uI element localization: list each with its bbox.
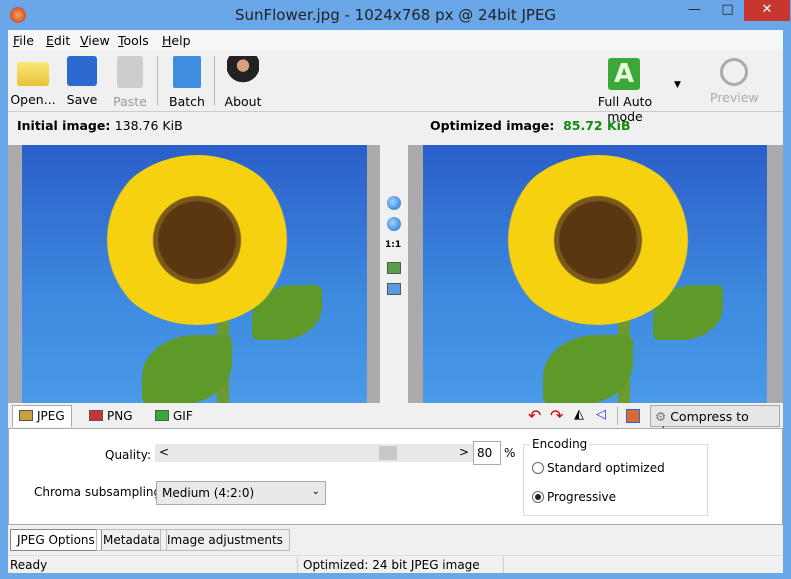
radio-standard-optimized[interactable]: Standard optimized xyxy=(532,461,665,475)
zoom-in-icon[interactable] xyxy=(387,196,401,210)
initial-image xyxy=(22,145,367,403)
open-button[interactable]: Open... xyxy=(10,54,56,107)
separator xyxy=(617,407,618,425)
optimized-size: 85.72 KiB xyxy=(563,118,631,133)
status-optimized: Optimized: 24 bit JPEG image xyxy=(303,558,480,572)
optimized-image xyxy=(423,145,767,403)
encoding-group: Encoding Standard optimized Progressive xyxy=(523,437,708,516)
menu-tools[interactable]: Tools xyxy=(118,33,149,48)
full-auto-mode-button[interactable]: A Full Auto mode xyxy=(580,54,670,124)
options-tabs: JPEG Options Metadata Image adjustments xyxy=(8,527,783,551)
tab-jpeg[interactable]: JPEG xyxy=(12,405,72,427)
rotate-left-icon[interactable]: ↶ xyxy=(528,406,541,425)
close-button[interactable]: ✕ xyxy=(744,0,790,21)
tab-gif[interactable]: GIF xyxy=(148,405,200,427)
toolbar-separator xyxy=(214,56,215,106)
menu-view[interactable]: View xyxy=(80,33,110,48)
menu-help[interactable]: Help xyxy=(162,33,191,48)
optimized-image-panel[interactable] xyxy=(408,145,783,403)
toolbar-separator xyxy=(157,56,158,106)
paste-button[interactable]: Paste xyxy=(112,54,148,109)
auto-mode-icon: A xyxy=(608,58,640,90)
menu-file[interactable]: File xyxy=(13,33,34,48)
folder-open-icon xyxy=(17,62,49,86)
about-button[interactable]: About xyxy=(222,54,264,109)
batch-disks-icon xyxy=(173,56,201,88)
initial-image-label: Initial image: 138.76 KiB xyxy=(17,118,183,133)
resize-icon[interactable] xyxy=(626,409,640,423)
chroma-subsampling-select[interactable]: Medium (4:2:0) ⌄ xyxy=(156,481,326,505)
save-label: Save xyxy=(66,92,98,107)
tab-png[interactable]: PNG xyxy=(82,405,140,427)
compress-to-size-button[interactable]: ⚙ Compress to size xyxy=(650,405,780,439)
zoom-1to1-button[interactable]: 1:1 xyxy=(385,240,401,250)
quality-input[interactable]: 80 xyxy=(473,441,501,465)
maximize-button[interactable]: □ xyxy=(711,0,744,21)
gear-icon: ⚙ xyxy=(655,409,667,424)
window-title: SunFlower.jpg - 1024x768 px @ 24bit JPEG xyxy=(234,6,557,24)
chevron-down-icon: ⌄ xyxy=(311,486,320,497)
chroma-label: Chroma subsampling: xyxy=(34,485,166,499)
batch-button[interactable]: Batch xyxy=(166,54,208,109)
batch-label: Batch xyxy=(169,94,205,109)
status-bar: Ready Optimized: 24 bit JPEG image xyxy=(8,555,783,573)
jpeg-file-icon xyxy=(19,410,33,421)
paste-label: Paste xyxy=(113,94,147,109)
gif-file-icon xyxy=(155,410,169,421)
radio-progressive[interactable]: Progressive xyxy=(532,490,616,504)
client-area: File Edit View Tools Help Open... Save P… xyxy=(8,30,783,573)
tab-jpeg-options[interactable]: JPEG Options xyxy=(10,529,102,551)
dropdown-arrow-icon[interactable]: ▼ xyxy=(674,80,681,90)
compare-view-icon[interactable] xyxy=(387,283,401,295)
preview-button[interactable]: Preview xyxy=(710,54,759,105)
optimized-image-label: Optimized image: 85.72 KiB xyxy=(430,118,631,133)
clipboard-icon xyxy=(117,56,143,88)
floppy-disk-icon xyxy=(67,56,97,86)
percent-label: % xyxy=(504,446,516,460)
slider-thumb[interactable] xyxy=(379,446,397,460)
quality-slider[interactable]: < > xyxy=(155,444,473,462)
flip-horizontal-icon[interactable]: ◭ xyxy=(574,407,584,422)
fit-image-icon[interactable] xyxy=(387,262,401,274)
menu-edit[interactable]: Edit xyxy=(46,33,70,48)
person-icon xyxy=(227,56,259,88)
save-button[interactable]: Save xyxy=(64,54,100,107)
magnifier-icon xyxy=(720,58,748,86)
about-label: About xyxy=(224,94,262,109)
minimize-button[interactable]: — xyxy=(678,0,711,21)
zoom-controls: 1:1 xyxy=(380,145,408,403)
jpeg-options-panel: Quality: < > 80 % Chroma subsampling: Me… xyxy=(8,428,783,525)
tab-image-adjustments[interactable]: Image adjustments xyxy=(160,529,290,551)
slider-right-arrow[interactable]: > xyxy=(459,445,469,459)
title-bar: SunFlower.jpg - 1024x768 px @ 24bit JPEG… xyxy=(0,0,791,30)
initial-size: 138.76 KiB xyxy=(114,118,183,133)
initial-image-panel[interactable] xyxy=(8,145,380,403)
toolbar: Open... Save Paste Batch About A Full Au… xyxy=(8,50,783,124)
png-file-icon xyxy=(89,410,103,421)
menu-bar: File Edit View Tools Help xyxy=(8,30,783,50)
flip-vertical-icon[interactable]: ◁ xyxy=(596,407,606,422)
preview-label: Preview xyxy=(710,90,759,105)
encoding-title: Encoding xyxy=(530,437,590,451)
slider-left-arrow[interactable]: < xyxy=(159,445,169,459)
open-label: Open... xyxy=(10,92,56,107)
tab-metadata[interactable]: Metadata xyxy=(96,529,167,551)
rotate-right-icon[interactable]: ↷ xyxy=(550,406,563,425)
zoom-out-icon[interactable] xyxy=(387,217,401,231)
quality-label: Quality: xyxy=(105,448,152,462)
status-ready: Ready xyxy=(10,558,48,572)
